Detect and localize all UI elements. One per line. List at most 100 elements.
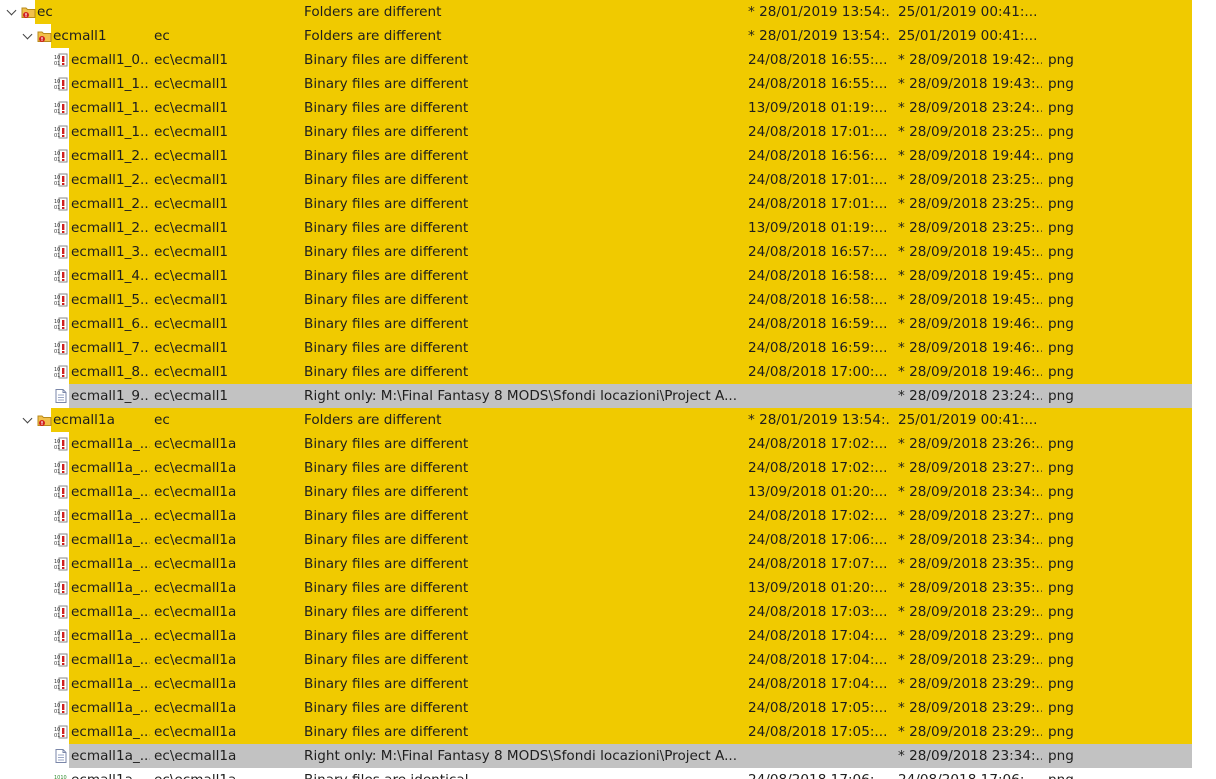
folder-cell: ec	[154, 28, 170, 44]
left-date: 24/08/2018 17:07:...	[748, 556, 888, 572]
name-cell: ecmall1a_...	[71, 748, 150, 764]
svg-text:01: 01	[54, 613, 60, 619]
file-row[interactable]: 10 01 ecmall1_4... ec\ecmall1 Binary files a…	[0, 264, 1216, 288]
svg-text:01: 01	[54, 85, 60, 91]
file-row[interactable]: 10 01 ecmall1_2... ec\ecmall1 Binary files a…	[0, 192, 1216, 216]
svg-text:01: 01	[54, 517, 60, 523]
folder-cell: ec\ecmall1a	[154, 556, 237, 572]
name-cell: ecmall1_8...	[71, 364, 150, 380]
right-date: * 28/09/2018 19:44:...	[898, 148, 1042, 164]
comparison-tree[interactable]: ec Folders are different * 28/01/2019 13:5…	[0, 0, 1216, 779]
folder-cell: ec\ecmall1	[154, 172, 229, 188]
file-row[interactable]: 10 01 ecmall1_5... ec\ecmall1 Binary files a…	[0, 288, 1216, 312]
folder-row[interactable]: ecmall1 ec Folders are different * 28/01/20…	[0, 24, 1216, 48]
folder-cell: ec\ecmall1a	[154, 676, 237, 692]
left-date: * 28/01/2019 13:54:...	[748, 28, 890, 44]
right-date: 25/01/2019 00:41:...	[898, 412, 1038, 428]
extension-cell: png	[1048, 508, 1074, 524]
file-row[interactable]: 10 01 ecmall1_1... ec\ecmall1 Binary files a…	[0, 72, 1216, 96]
folder-row[interactable]: ecmall1a ec Folders are different * 28/01/2…	[0, 408, 1216, 432]
svg-text:01: 01	[54, 565, 60, 571]
file-row[interactable]: 10 01 ecmall1_7... ec\ecmall1 Binary files a…	[0, 336, 1216, 360]
name-cell: ecmall1a_...	[71, 580, 150, 596]
file-row[interactable]: ecmall1a_... ec\ecmall1a Right only: M:\Fi…	[0, 744, 1216, 768]
file-row[interactable]: 10 01 ecmall1a_... ec\ecmall1a Binary files …	[0, 480, 1216, 504]
extension-cell: png	[1048, 580, 1074, 596]
comparison-result: Binary files are different	[304, 172, 469, 188]
right-date: * 28/09/2018 19:45:...	[898, 268, 1042, 284]
file-row[interactable]: 10 01 ecmall1a_... ec\ecmall1a Binary files …	[0, 648, 1216, 672]
svg-text:01: 01	[54, 253, 60, 259]
folder-cell: ec\ecmall1a	[154, 748, 237, 764]
extension-cell: png	[1048, 652, 1074, 668]
file-row[interactable]: ecmall1_9... ec\ecmall1 Right only: M:\Fin…	[0, 384, 1216, 408]
comparison-result: Binary files are different	[304, 724, 469, 740]
file-row[interactable]: 10 01 ecmall1a_... ec\ecmall1a Binary files …	[0, 720, 1216, 744]
file-row[interactable]: 10 01 ecmall1a_... ec\ecmall1a Binary files …	[0, 696, 1216, 720]
svg-text:01: 01	[54, 661, 60, 667]
left-date: 24/08/2018 16:55:...	[748, 52, 888, 68]
left-date: 24/08/2018 17:01:...	[748, 172, 888, 188]
comparison-result: Binary files are different	[304, 196, 469, 212]
file-row[interactable]: 10 01 ecmall1a_... ec\ecmall1a Binary files …	[0, 600, 1216, 624]
file-row[interactable]: 10 01 ecmall1a_... ec\ecmall1a Binary files …	[0, 576, 1216, 600]
file-row[interactable]: 10 01 ecmall1a_... ec\ecmall1a Binary files …	[0, 456, 1216, 480]
name-cell: ecmall1_9...	[71, 388, 150, 404]
file-row[interactable]: 10 01 ecmall1a_... ec\ecmall1a Binary files …	[0, 528, 1216, 552]
file-row[interactable]: 10 01 ecmall1_0... ec\ecmall1 Binary files a…	[0, 48, 1216, 72]
folder-cell: ec\ecmall1	[154, 76, 229, 92]
extension-cell: png	[1048, 196, 1074, 212]
extension-cell: png	[1048, 148, 1074, 164]
file-row[interactable]: 10 01 ecmall1_2... ec\ecmall1 Binary files a…	[0, 144, 1216, 168]
comparison-result: Binary files are different	[304, 76, 469, 92]
right-date: * 28/09/2018 23:29:...	[898, 652, 1042, 668]
comparison-result: Folders are different	[304, 412, 442, 428]
svg-text:1010: 1010	[54, 775, 67, 779]
name-cell: ecmall1a_...	[71, 676, 150, 692]
svg-text:01: 01	[54, 541, 60, 547]
folder-cell: ec\ecmall1a	[154, 628, 237, 644]
extension-cell: png	[1048, 268, 1074, 284]
left-date: 24/08/2018 16:58:...	[748, 268, 888, 284]
folder-cell: ec\ecmall1a	[154, 652, 237, 668]
left-date: 24/08/2018 16:59:...	[748, 340, 888, 356]
extension-cell: png	[1048, 124, 1074, 140]
file-row[interactable]: 10 01 ecmall1_8... ec\ecmall1 Binary files a…	[0, 360, 1216, 384]
chevron-down-icon[interactable]	[22, 29, 33, 40]
svg-text:01: 01	[54, 709, 60, 715]
file-row[interactable]: 10 01 ecmall1a_... ec\ecmall1a Binary files …	[0, 432, 1216, 456]
name-cell: ecmall1_1...	[71, 76, 150, 92]
file-row[interactable]: 10 01 ecmall1_3... ec\ecmall1 Binary files a…	[0, 240, 1216, 264]
extension-cell	[1048, 24, 1088, 48]
file-row[interactable]: 10 01 ecmall1a_... ec\ecmall1a Binary files …	[0, 624, 1216, 648]
file-row[interactable]: 10 01 ecmall1_1... ec\ecmall1 Binary files a…	[0, 120, 1216, 144]
file-row[interactable]: 1010 ecmall1a_... ec\ecmall1a Binary files …	[0, 768, 1216, 779]
file-row[interactable]: 10 01 ecmall1_1... ec\ecmall1 Binary files a…	[0, 96, 1216, 120]
comparison-result: Binary files are different	[304, 340, 469, 356]
file-row[interactable]: 10 01 ecmall1_2... ec\ecmall1 Binary files a…	[0, 168, 1216, 192]
file-row[interactable]: 10 01 ecmall1a_... ec\ecmall1a Binary files …	[0, 504, 1216, 528]
comparison-result: Binary files are different	[304, 364, 469, 380]
extension-cell: png	[1048, 244, 1074, 260]
comparison-result: Binary files are different	[304, 676, 469, 692]
name-cell: ecmall1_0...	[71, 52, 150, 68]
binary-file-different-icon: 10 01	[53, 293, 68, 307]
name-cell: ecmall1a_...	[71, 556, 150, 572]
folder-row[interactable]: ec Folders are different * 28/01/2019 13:5…	[0, 0, 1216, 24]
folder-cell: ec\ecmall1	[154, 196, 229, 212]
file-row[interactable]: 10 01 ecmall1a_... ec\ecmall1a Binary files …	[0, 552, 1216, 576]
file-row[interactable]: 10 01 ecmall1a_... ec\ecmall1a Binary files …	[0, 672, 1216, 696]
name-cell: ecmall1_2...	[71, 172, 150, 188]
comparison-result: Binary files are different	[304, 148, 469, 164]
extension-cell: png	[1048, 340, 1074, 356]
file-row[interactable]: 10 01 ecmall1_2... ec\ecmall1 Binary files a…	[0, 216, 1216, 240]
svg-text:01: 01	[54, 229, 60, 235]
comparison-result: Folders are different	[304, 4, 442, 20]
name-cell: ecmall1a_...	[71, 460, 150, 476]
file-row[interactable]: 10 01 ecmall1_6... ec\ecmall1 Binary files a…	[0, 312, 1216, 336]
name-cell: ecmall1	[53, 28, 107, 44]
right-date: * 28/09/2018 23:29:...	[898, 724, 1042, 740]
comparison-result: Binary files are different	[304, 484, 469, 500]
chevron-down-icon[interactable]	[6, 5, 17, 16]
chevron-down-icon[interactable]	[22, 413, 33, 424]
